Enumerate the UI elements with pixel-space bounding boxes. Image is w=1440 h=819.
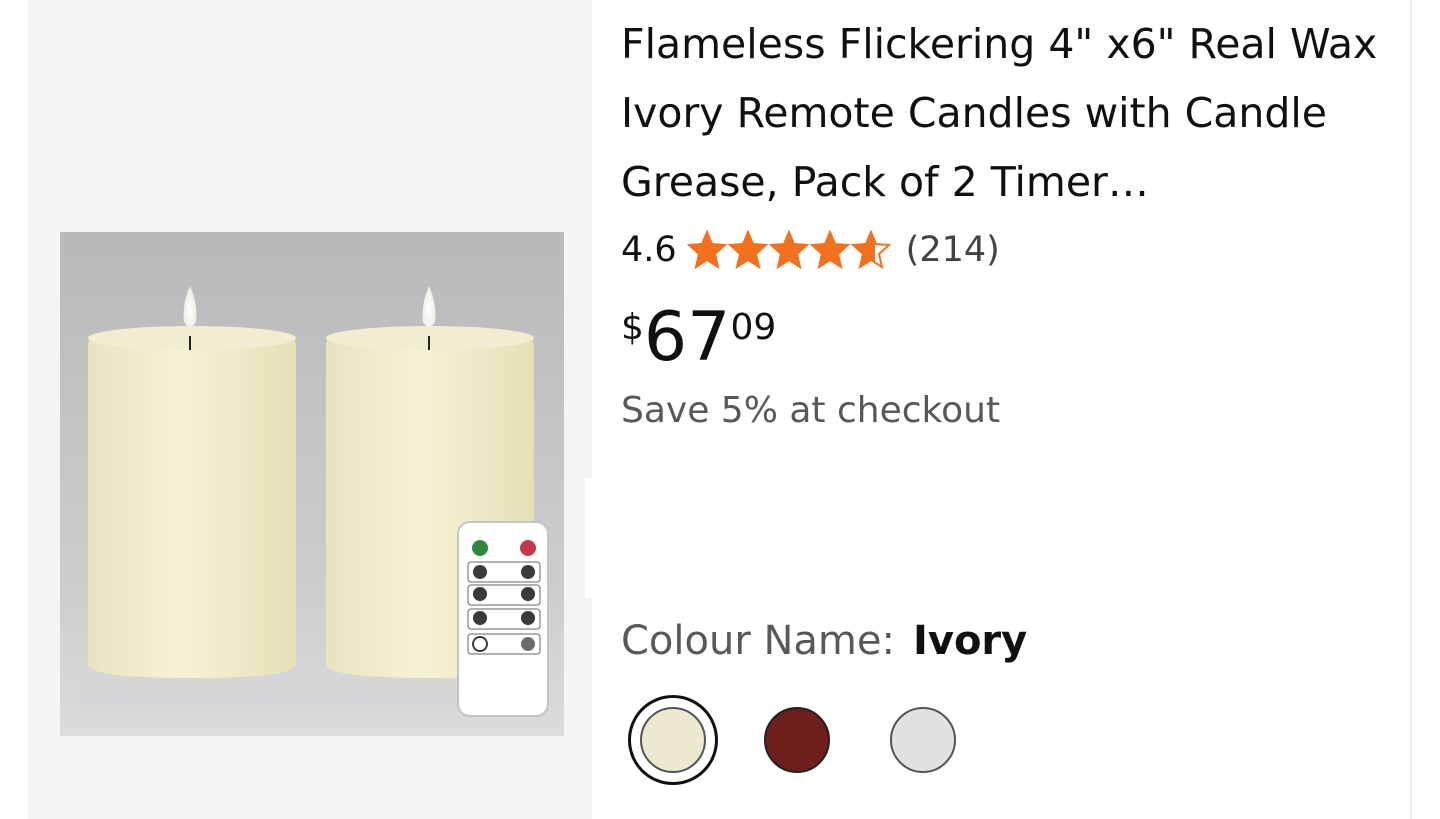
savings-text: Save 5% at checkout [621, 390, 1001, 431]
product-image[interactable] [60, 232, 564, 736]
white-swatch[interactable] [890, 707, 956, 773]
star-rating[interactable] [686, 230, 892, 270]
review-count[interactable]: (214) [906, 230, 1000, 270]
star-icon [809, 230, 850, 270]
rating-row[interactable]: 4.6 (214) [621, 224, 1000, 276]
star-icon [727, 230, 768, 270]
burgundy-swatch[interactable] [764, 707, 830, 773]
star-icon [686, 230, 727, 270]
ivory-swatch[interactable] [640, 707, 706, 773]
price-symbol: $ [621, 307, 644, 348]
colour-label: Colour Name: [621, 618, 895, 664]
price-whole: 67 [643, 298, 731, 377]
rating-value: 4.6 [621, 230, 677, 270]
colour-selection: Colour Name: Ivory [621, 618, 1027, 664]
star-icon [768, 230, 809, 270]
price: $6709 [621, 302, 776, 382]
colour-value: Ivory [912, 618, 1028, 664]
price-fraction: 09 [730, 307, 777, 348]
divider [1410, 0, 1412, 819]
blank-area [585, 478, 1385, 598]
product-title[interactable]: Flameless Flickering 4" x6" Real Wax Ivo… [621, 10, 1381, 217]
star-icon [850, 230, 891, 270]
